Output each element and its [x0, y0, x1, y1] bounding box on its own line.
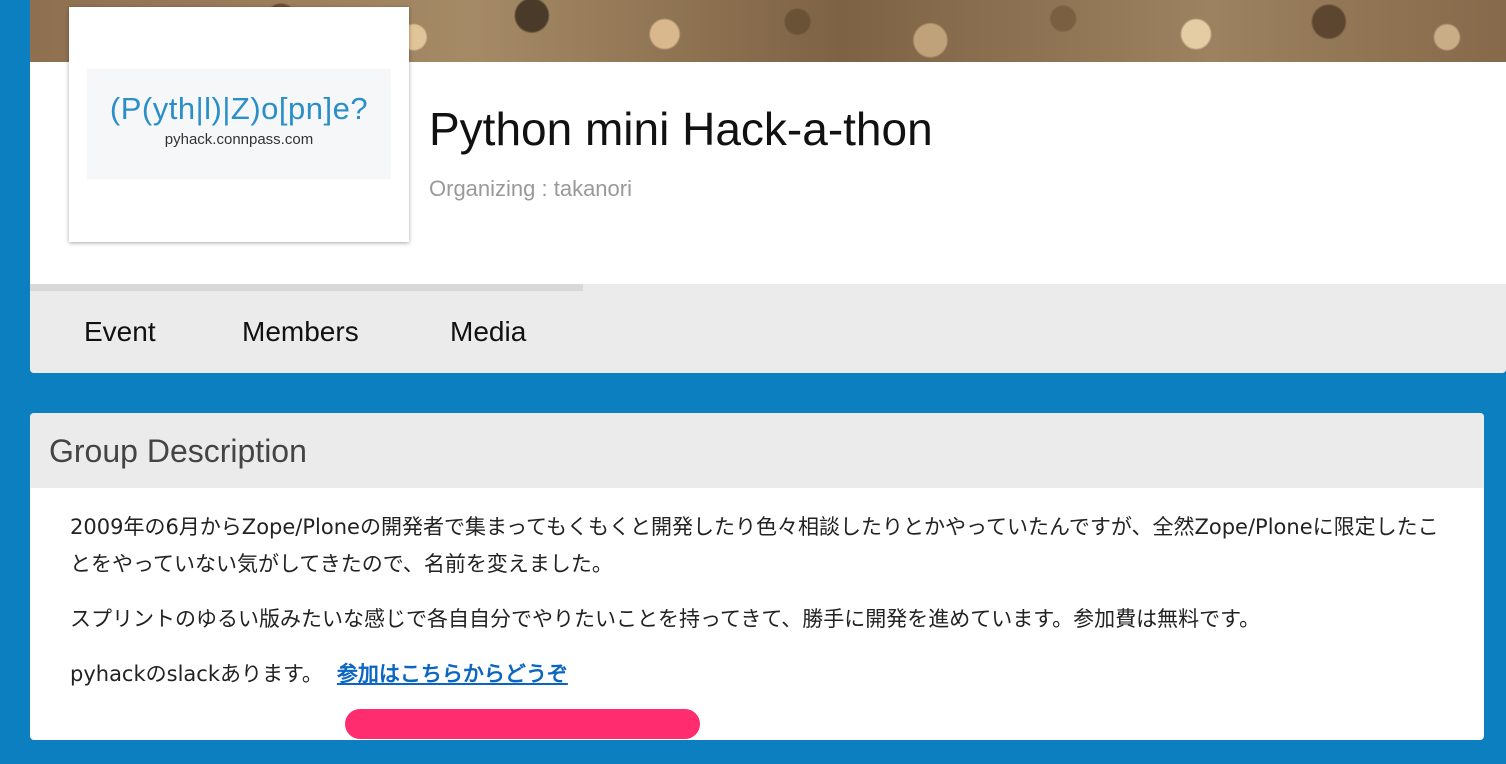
group-logo[interactable]: (P(yth|l)|Z)o[pn]e? pyhack.connpass.com	[69, 7, 409, 242]
tab-event[interactable]: Event	[84, 316, 156, 348]
slack-text: pyhackのslackあります。	[70, 662, 323, 686]
group-nav-bar: Event Members Media	[30, 284, 1506, 373]
page: (P(yth|l)|Z)o[pn]e? pyhack.connpass.com …	[0, 0, 1506, 764]
description-paragraph: 2009年の6月からZope/Ploneの開発者で集まってもくもくと開発したり色…	[70, 515, 1439, 576]
description-heading: Group Description	[49, 433, 307, 469]
tab-members[interactable]: Members	[242, 316, 359, 348]
logo-image: (P(yth|l)|Z)o[pn]e? pyhack.connpass.com	[87, 69, 391, 179]
group-title: Python mini Hack-a-thon	[429, 103, 933, 155]
tab-media[interactable]: Media	[450, 316, 526, 348]
slack-line: pyhackのslackあります。 参加はこちらからどうぞ	[70, 656, 1450, 693]
description-body: 2009年の6月からZope/Ploneの開発者で集まってもくもくと開発したり色…	[70, 509, 1450, 711]
nav-top-divider	[30, 284, 583, 291]
slack-join-link[interactable]: 参加はこちらからどうぞ	[337, 662, 568, 686]
logo-sub-text: pyhack.connpass.com	[164, 131, 314, 148]
highlight-marker	[345, 709, 700, 739]
organizer-label: Organizing : takanori	[429, 176, 632, 201]
group-header-card: (P(yth|l)|Z)o[pn]e? pyhack.connpass.com …	[30, 0, 1506, 373]
logo-main-text: (P(yth|l)|Z)o[pn]e?	[109, 91, 369, 126]
description-paragraph: スプリントのゆるい版みたいな感じで各自自分でやりたいことを持ってきて、勝手に開発…	[70, 607, 1261, 631]
description-header: Group Description	[30, 413, 1484, 488]
group-description-card: Group Description 2009年の6月からZope/Ploneの開…	[30, 413, 1484, 740]
